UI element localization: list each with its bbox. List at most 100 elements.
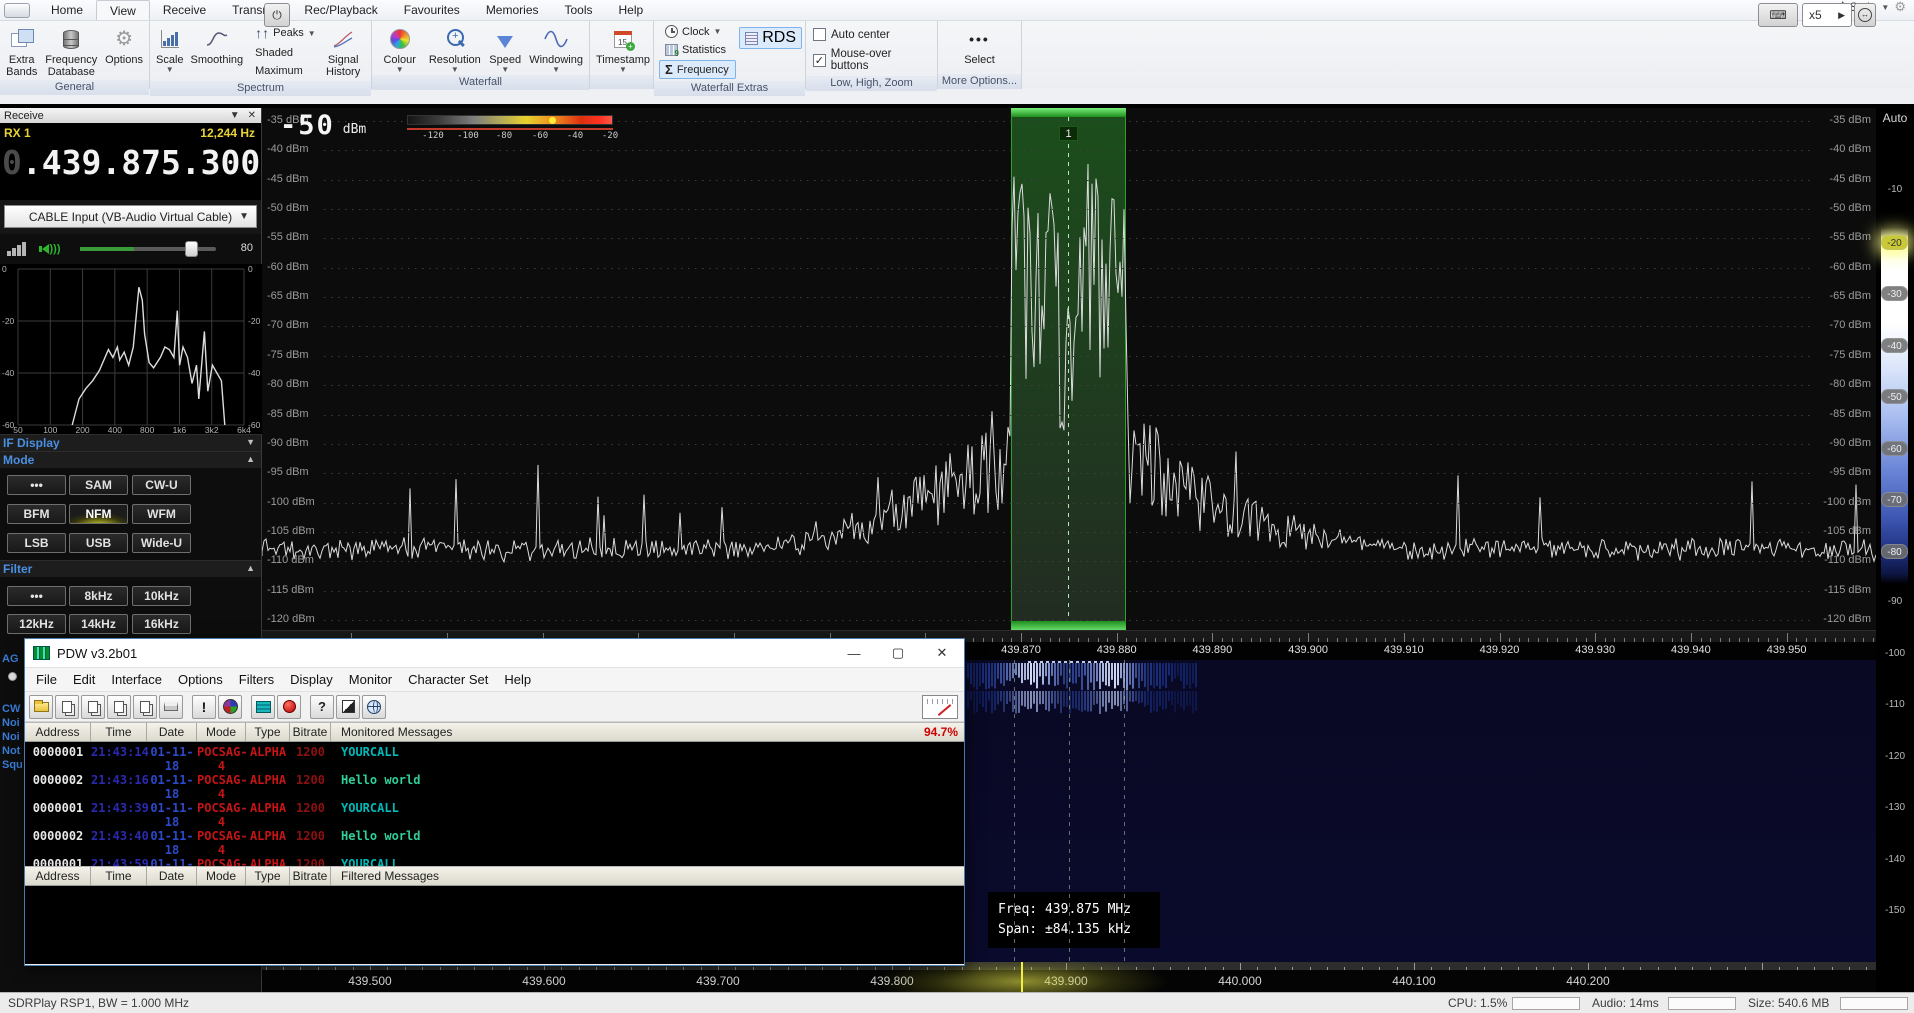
collapsed-section-0[interactable]: AG (2, 653, 19, 665)
mode-button-lsb[interactable]: LSB (7, 533, 66, 553)
minimize-button[interactable]: — (832, 639, 876, 667)
pdw-menu-help[interactable]: Help (496, 670, 539, 689)
invert-button[interactable] (336, 695, 360, 719)
pdw-title-bar[interactable]: PDW v3.2b01 — ▢ ✕ (25, 639, 964, 668)
signal-history-button[interactable]: Signal History (320, 23, 366, 79)
range-handle--40[interactable]: -40 (1881, 338, 1908, 353)
open-file-button[interactable] (29, 695, 53, 719)
mode-button-wfm[interactable]: WFM (132, 504, 191, 524)
app-menu-button[interactable] (4, 3, 30, 18)
panel-dropdown-icon[interactable]: ▼ (230, 110, 240, 121)
collapsed-section-4[interactable]: Not (2, 745, 20, 757)
collapsed-section-2[interactable]: Noi (2, 717, 20, 729)
table-row[interactable]: 000000121:43:3901-11-18POCSAG-4ALPHA1200… (25, 801, 964, 829)
column-header-address[interactable]: Address (25, 723, 91, 741)
rx-marker-badge[interactable]: 1 (1059, 126, 1078, 141)
statistics-button[interactable]: Statistics (659, 42, 736, 58)
column-header-mode[interactable]: Mode (197, 723, 246, 741)
tab-help[interactable]: Help (606, 0, 657, 20)
mode-button-cw-u[interactable]: CW-U (132, 475, 191, 495)
table-row[interactable]: 000000221:43:4001-11-18POCSAG-4ALPHA1200… (25, 829, 964, 857)
help-button[interactable]: ? (310, 695, 334, 719)
filter-button-item[interactable]: ••• (7, 586, 66, 606)
tab-receive[interactable]: Receive (150, 0, 219, 20)
alert-button[interactable]: ! (192, 695, 216, 719)
tab-tools[interactable]: Tools (552, 0, 606, 20)
speaker-icon[interactable]: ))) (39, 243, 61, 255)
chevron-up-icon[interactable]: ▲ (246, 563, 255, 573)
mode-button-usb[interactable]: USB (69, 533, 128, 553)
filter-button-8khz[interactable]: 8kHz (69, 586, 128, 606)
clock-button[interactable]: Clock▼ (659, 23, 736, 40)
globe-button[interactable] (362, 695, 386, 719)
tab-view[interactable]: View (96, 0, 150, 20)
chevron-down-icon[interactable]: ▼ (246, 437, 255, 447)
tab-home[interactable]: Home (38, 0, 96, 20)
scale-button[interactable]: Scale▼ (153, 23, 187, 79)
rds-button[interactable]: RDS (739, 27, 802, 49)
range-handle--80[interactable]: -80 (1881, 544, 1908, 559)
mode-button-bfm[interactable]: BFM (7, 504, 66, 524)
pdw-menu-monitor[interactable]: Monitor (341, 670, 400, 689)
save-page-button[interactable] (133, 695, 157, 719)
pdw-window[interactable]: PDW v3.2b01 — ▢ ✕ FileEditInterfaceOptio… (24, 638, 965, 966)
windowing-button[interactable]: Windowing▼ (526, 23, 586, 73)
copy-button[interactable] (55, 695, 79, 719)
column-header-messages[interactable]: Filtered Messages (331, 867, 964, 885)
column-header-bitrate[interactable]: Bitrate (290, 723, 331, 741)
filter-header[interactable]: Filter▲ (0, 560, 261, 577)
gear-icon[interactable]: ⚙ (1894, 0, 1906, 17)
color-wheel-button[interactable] (218, 695, 242, 719)
mode-button-nfm[interactable]: NFM (69, 504, 128, 524)
pdw-menu-interface[interactable]: Interface (103, 670, 170, 689)
keyboard-entry-button[interactable]: ⌨ (1758, 3, 1798, 27)
column-header-time[interactable]: Time (91, 867, 147, 885)
if-display-header[interactable]: IF Display▼ (0, 434, 261, 451)
column-header-messages[interactable]: Monitored Messages (331, 723, 912, 741)
mode-button-wide-u[interactable]: Wide-U (132, 533, 191, 553)
checkbox-checked-icon[interactable]: ✓ (813, 54, 826, 67)
pdw-menu-file[interactable]: File (28, 670, 65, 689)
tuning-band-bottom-cap[interactable] (1011, 621, 1126, 630)
collapsed-section-3[interactable]: Noi (2, 731, 20, 743)
print-button[interactable] (159, 695, 183, 719)
radio-icon[interactable] (8, 672, 17, 681)
pdw-menu-character-set[interactable]: Character Set (400, 670, 496, 689)
column-header-bitrate[interactable]: Bitrate (290, 867, 331, 885)
smoothing-button[interactable]: Smoothing (188, 23, 247, 79)
checkbox-unchecked-icon[interactable] (813, 28, 826, 41)
mode-header[interactable]: Mode▲ (0, 451, 261, 468)
tab-memories[interactable]: Memories (473, 0, 552, 20)
range-handle--20[interactable]: -20 (1881, 235, 1908, 250)
range-handle--50[interactable]: -50 (1881, 389, 1908, 404)
shaded-button[interactable]: Shaded (249, 45, 317, 61)
panel-close-icon[interactable]: ✕ (248, 110, 256, 121)
pdw-menu-options[interactable]: Options (170, 670, 231, 689)
filter-button-16khz[interactable]: 16kHz (132, 614, 191, 634)
tab-rec-playback[interactable]: Rec/Playback (291, 0, 390, 20)
collapsed-section-5[interactable]: Squ (2, 759, 23, 771)
auto-center-checkbox[interactable]: Auto center (809, 26, 934, 43)
audio-device-select[interactable]: CABLE Input (VB-Audio Virtual Cable) ▼ (4, 205, 257, 228)
column-header-type[interactable]: Type (246, 723, 290, 741)
volume-slider[interactable] (80, 247, 216, 251)
level-bars-icon[interactable] (7, 242, 26, 256)
mode-button-sam[interactable]: SAM (69, 475, 128, 495)
column-header-time[interactable]: Time (91, 723, 147, 741)
column-header-type[interactable]: Type (246, 867, 290, 885)
copy-page-button[interactable] (81, 695, 105, 719)
filter-button-10khz[interactable]: 10kHz (132, 586, 191, 606)
power-button[interactable]: ⏻ (264, 3, 290, 27)
table-row[interactable]: 000000121:43:5901-11-18POCSAG-4ALPHA1200… (25, 857, 964, 866)
options-button[interactable]: ⚙Options (102, 23, 146, 78)
maximum-button[interactable]: Maximum (249, 63, 317, 79)
column-header-date[interactable]: Date (147, 867, 197, 885)
rf-spectrum[interactable]: 1 -35 dBm-35 dBm-40 dBm-40 dBm-45 dBm-45… (262, 108, 1876, 630)
signal-meter-button[interactable] (922, 695, 958, 719)
timestamp-button[interactable]: +Timestamp▼ (593, 23, 653, 73)
frequency-button[interactable]: ΣFrequency (659, 60, 736, 79)
filter-button-12khz[interactable]: 12kHz (7, 614, 66, 634)
chevron-up-icon[interactable]: ▲ (246, 454, 255, 464)
frequency-database-button[interactable]: Frequency Database (41, 23, 101, 78)
mode-button-item[interactable]: ••• (7, 475, 66, 495)
